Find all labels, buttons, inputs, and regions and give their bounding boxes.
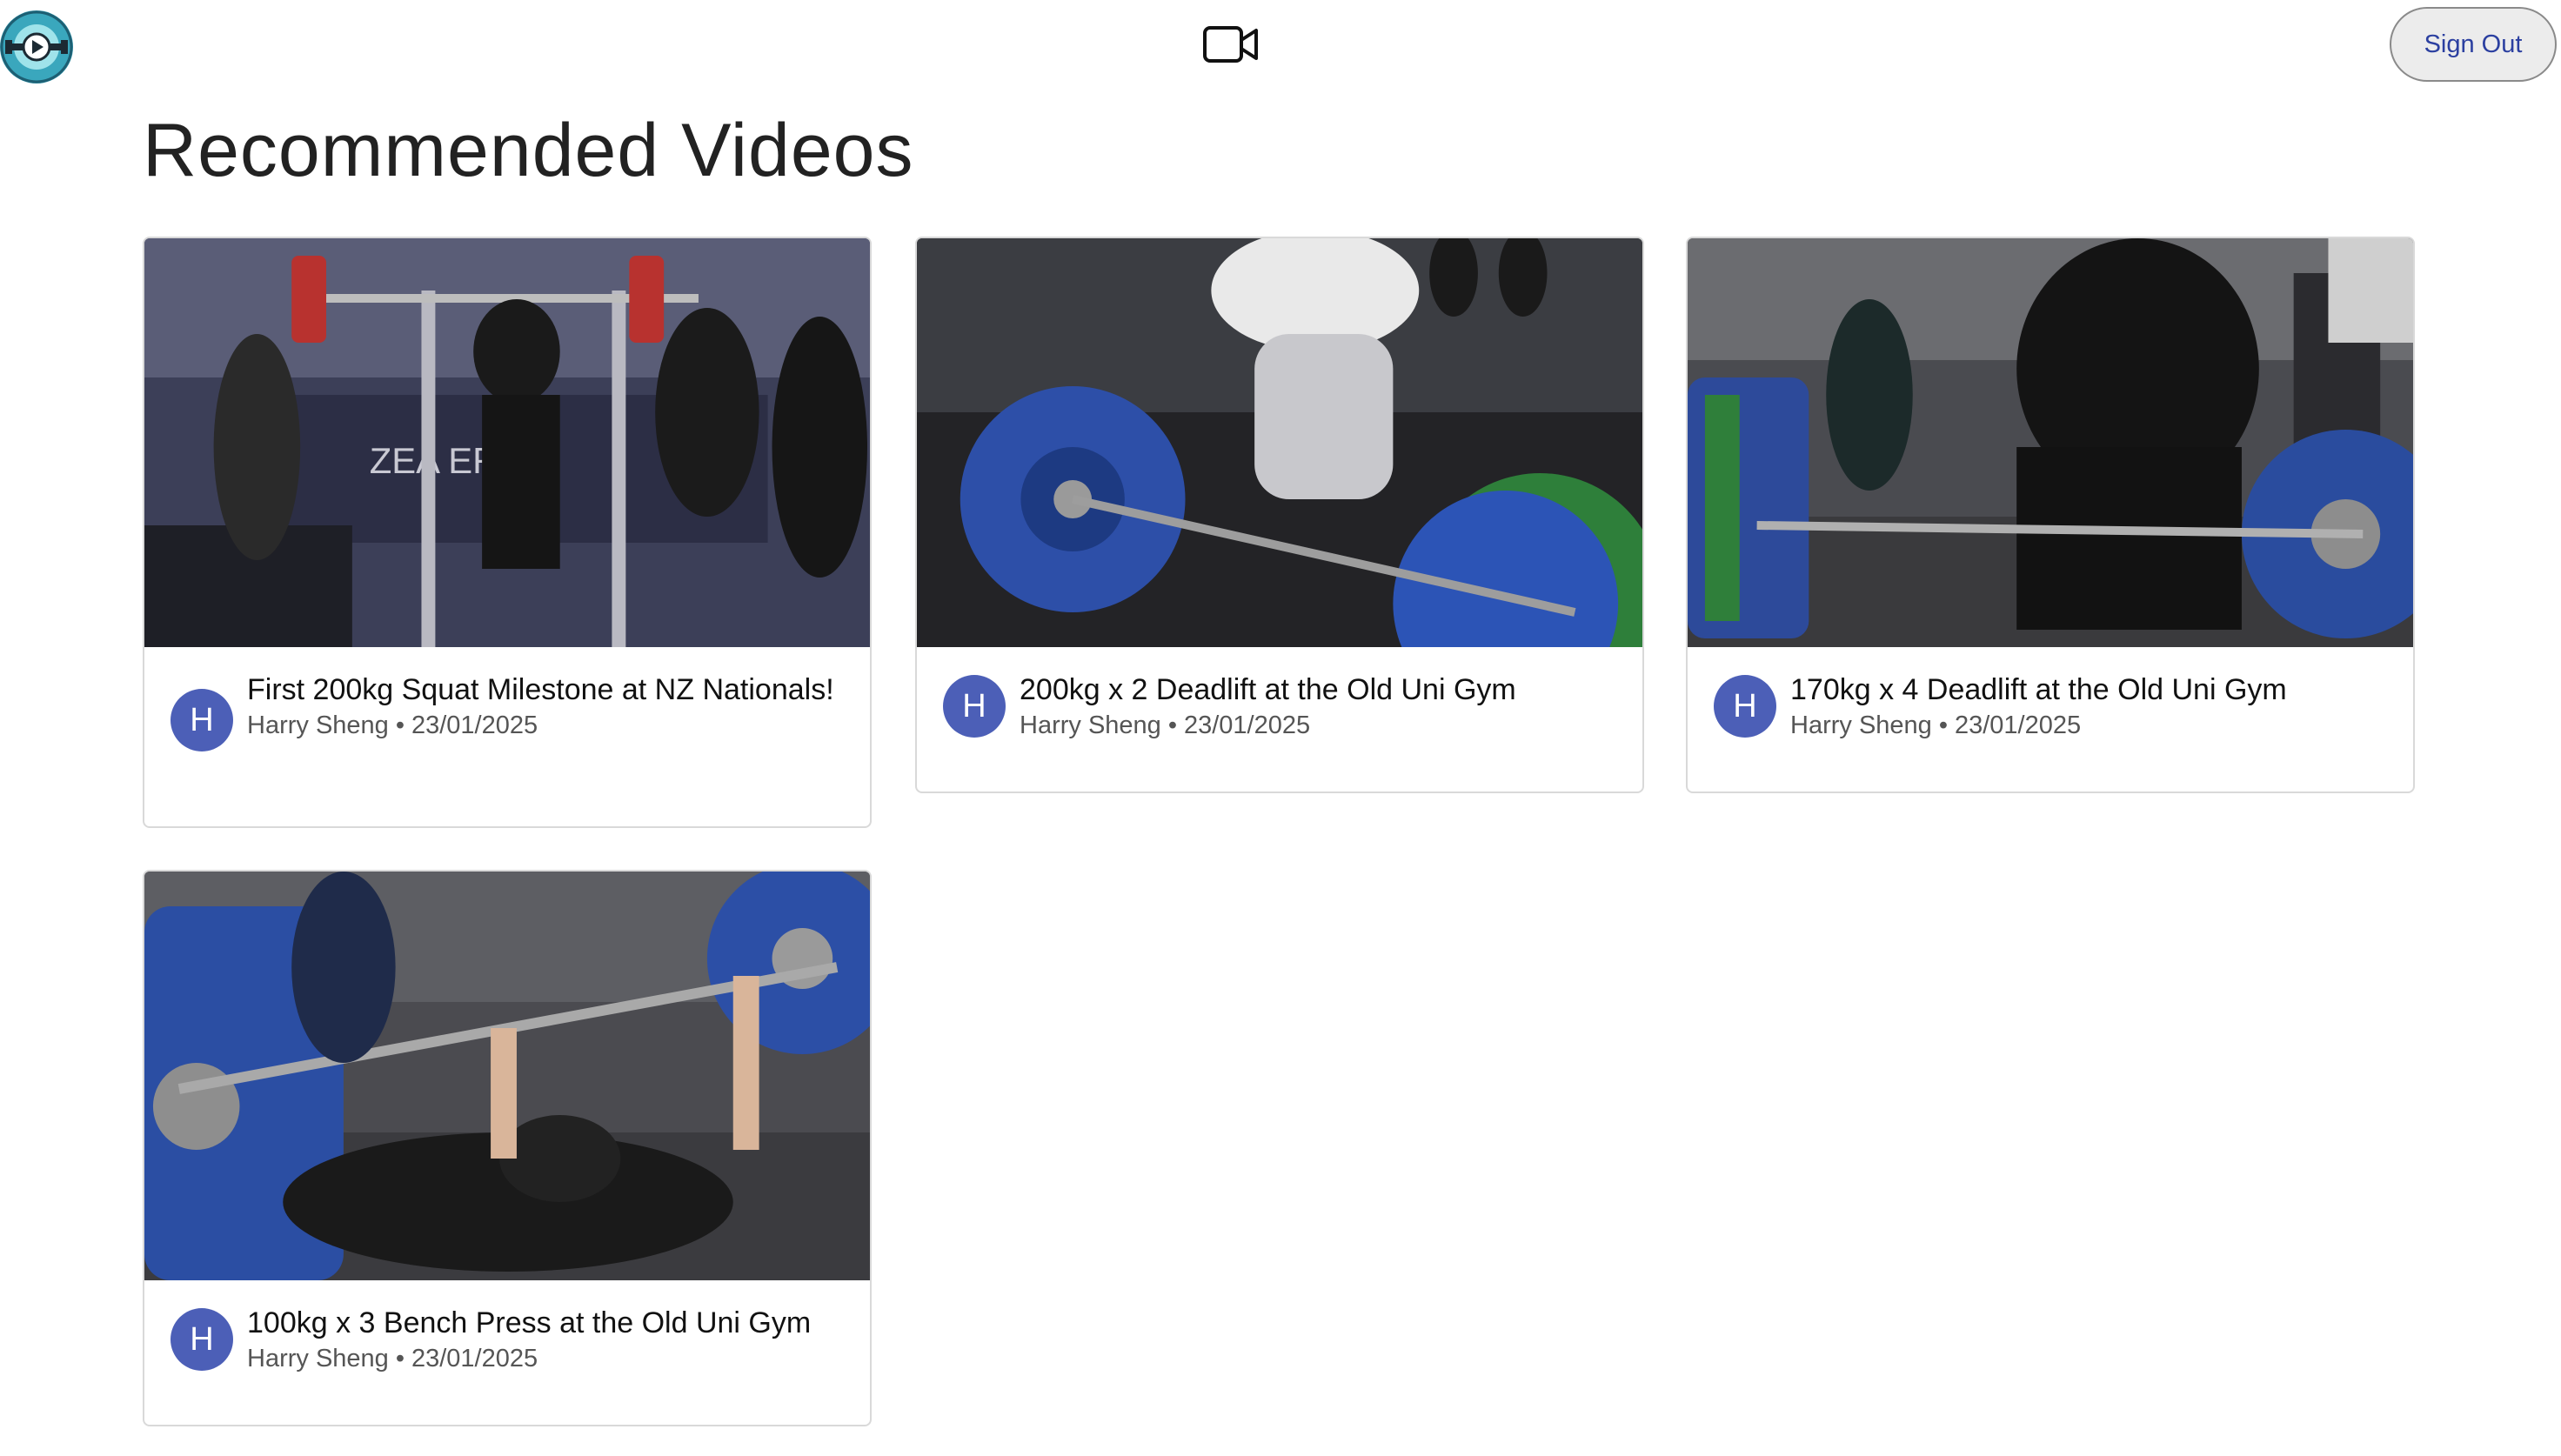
video-thumbnail[interactable]: ZEA ERE	[144, 238, 870, 647]
video-title[interactable]: 100kg x 3 Bench Press at the Old Uni Gym	[247, 1306, 811, 1340]
video-card[interactable]: H 170kg x 4 Deadlift at the Old Uni Gym …	[1686, 237, 2415, 793]
video-card[interactable]: H 200kg x 2 Deadlift at the Old Uni Gym …	[915, 237, 1644, 793]
video-title[interactable]: 170kg x 4 Deadlift at the Old Uni Gym	[1790, 673, 2287, 707]
video-camera-icon[interactable]	[1202, 23, 1260, 66]
video-meta: H 200kg x 2 Deadlift at the Old Uni Gym …	[917, 647, 1642, 742]
avatar[interactable]: H	[171, 1308, 233, 1371]
author-name[interactable]: Harry Sheng	[1790, 711, 1932, 739]
video-card[interactable]: ZEA ERE H First 200kg Squat Milestone at…	[143, 237, 872, 828]
author-name[interactable]: Harry Sheng	[247, 1345, 389, 1373]
video-thumbnail[interactable]	[144, 872, 870, 1280]
video-meta: H 100kg x 3 Bench Press at the Old Uni G…	[144, 1280, 870, 1375]
avatar[interactable]: H	[1714, 675, 1776, 738]
separator-dot: •	[1167, 711, 1177, 739]
author-name[interactable]: Harry Sheng	[247, 711, 389, 739]
avatar[interactable]: H	[171, 689, 233, 751]
page: Sign Out Recommended Videos ZEA ERE H Fi…	[0, 0, 2561, 1456]
video-thumbnail[interactable]	[1688, 238, 2413, 647]
video-thumbnail[interactable]	[917, 238, 1642, 647]
video-meta: H First 200kg Squat Milestone at NZ Nati…	[144, 647, 870, 751]
upload-date: 23/01/2025	[411, 711, 538, 739]
page-title: Recommended Videos	[143, 109, 914, 192]
avatar[interactable]: H	[943, 675, 1006, 738]
upload-date: 23/01/2025	[1183, 711, 1311, 739]
separator-dot: •	[395, 711, 405, 739]
video-title[interactable]: First 200kg Squat Milestone at NZ Nation…	[247, 673, 834, 707]
upload-date: 23/01/2025	[1954, 711, 2082, 739]
author-name[interactable]: Harry Sheng	[1020, 711, 1161, 739]
video-byline: Harry Sheng • 23/01/2025	[247, 1342, 811, 1375]
separator-dot: •	[1938, 711, 1948, 739]
video-byline: Harry Sheng • 23/01/2025	[1790, 709, 2287, 742]
video-meta: H 170kg x 4 Deadlift at the Old Uni Gym …	[1688, 647, 2413, 742]
video-title[interactable]: 200kg x 2 Deadlift at the Old Uni Gym	[1020, 673, 1516, 707]
separator-dot: •	[395, 1345, 405, 1373]
app-logo-icon[interactable]	[0, 10, 73, 83]
upload-date: 23/01/2025	[411, 1345, 538, 1373]
video-byline: Harry Sheng • 23/01/2025	[247, 709, 834, 742]
sign-out-button[interactable]: Sign Out	[2390, 7, 2557, 82]
video-card[interactable]: H 100kg x 3 Bench Press at the Old Uni G…	[143, 870, 872, 1426]
video-byline: Harry Sheng • 23/01/2025	[1020, 709, 1516, 742]
